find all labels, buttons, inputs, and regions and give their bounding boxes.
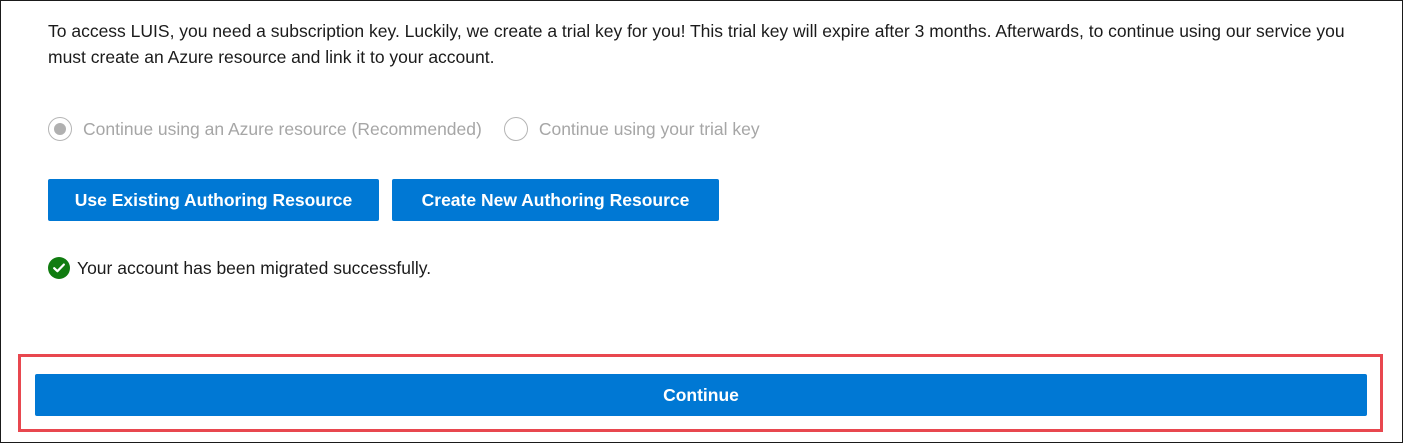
create-new-authoring-resource-button[interactable]: Create New Authoring Resource xyxy=(392,179,719,221)
resource-choice-group: Continue using an Azure resource (Recomm… xyxy=(48,117,760,141)
radio-label-azure-resource: Continue using an Azure resource (Recomm… xyxy=(83,118,482,139)
radio-trial-key[interactable] xyxy=(503,117,528,141)
migration-status: Your account has been migrated successfu… xyxy=(48,257,431,279)
intro-text: To access LUIS, you need a subscription … xyxy=(48,21,1345,67)
radio-option-trial-key[interactable]: Continue using your trial key xyxy=(503,117,760,141)
radio-label-trial-key: Continue using your trial key xyxy=(538,118,760,139)
radio-azure-resource[interactable] xyxy=(48,117,72,141)
continue-button[interactable]: Continue xyxy=(35,374,1367,416)
radio-selected-dot xyxy=(54,123,66,135)
use-existing-authoring-resource-button[interactable]: Use Existing Authoring Resource xyxy=(48,179,379,221)
migration-dialog: To access LUIS, you need a subscription … xyxy=(0,0,1403,443)
status-message: Your account has been migrated successfu… xyxy=(77,257,432,278)
radio-option-azure-resource[interactable]: Continue using an Azure resource (Recomm… xyxy=(48,117,482,141)
check-circle-icon xyxy=(48,257,70,279)
